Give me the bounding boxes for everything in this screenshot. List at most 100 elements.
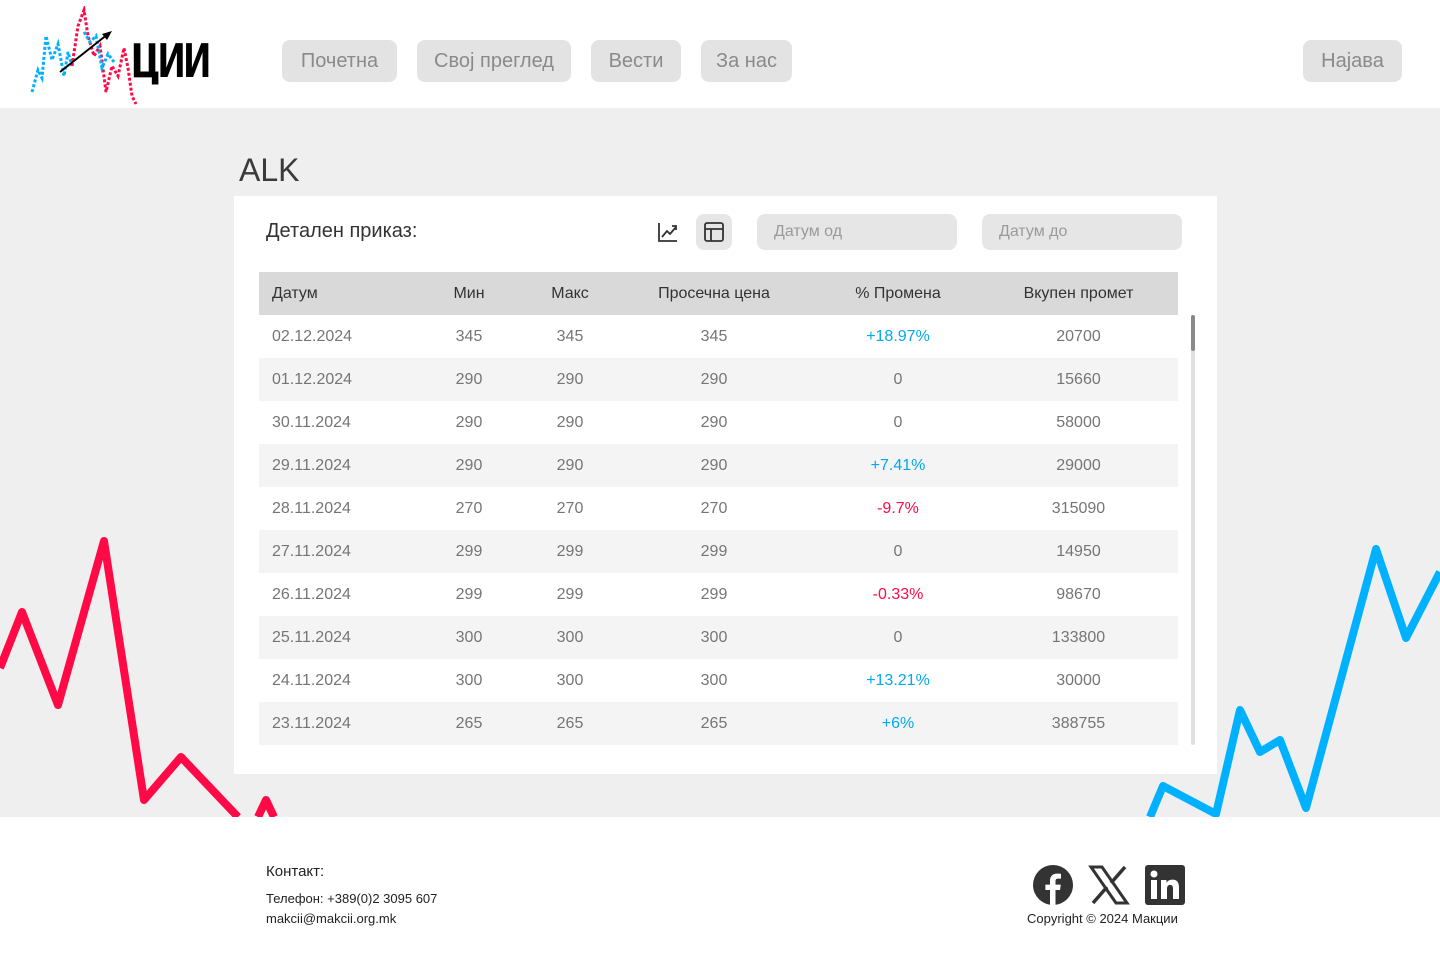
header-max[interactable]: Макс	[529, 285, 611, 303]
header-change[interactable]: % Промена	[817, 285, 979, 303]
cell-min: 300	[455, 671, 483, 689]
nav-home-button[interactable]: Почетна	[282, 40, 397, 82]
cell-min: 300	[455, 628, 483, 646]
facebook-link[interactable]	[1032, 864, 1074, 906]
cell-turnover: 15660	[1056, 370, 1101, 388]
cell-date: 30.11.2024	[272, 413, 351, 431]
cell-min: 290	[455, 413, 483, 431]
copyright: Copyright © 2024 Макции	[1027, 911, 1178, 926]
cell-turnover: 98670	[1056, 585, 1101, 603]
cell-max: 299	[556, 585, 584, 603]
logo-candlestick-icon	[30, 4, 138, 105]
date-to-input[interactable]	[982, 214, 1182, 250]
x-link[interactable]	[1088, 864, 1130, 906]
cell-date: 01.12.2024	[272, 370, 353, 388]
cell-min: 270	[455, 499, 483, 517]
table-row[interactable]: 23.11.2024 265 265 265 +6% 388755	[259, 702, 1178, 745]
header: ЦИИ Почетна Свој преглед Вести За нас На…	[0, 0, 1440, 108]
nav-about-button[interactable]: За нас	[701, 40, 792, 82]
cell-change: -0.33%	[872, 585, 924, 603]
contact-title: Контакт:	[266, 863, 325, 880]
cell-date: 28.11.2024	[272, 499, 351, 517]
table-row[interactable]: 30.11.2024 290 290 290 0 58000	[259, 401, 1178, 444]
scrollbar-thumb[interactable]	[1191, 315, 1195, 351]
cell-avg-price: 300	[700, 671, 728, 689]
cell-min: 345	[455, 327, 483, 345]
scrollbar-track[interactable]	[1191, 315, 1195, 745]
page-title: ALK	[239, 152, 300, 188]
table-header-row: Датум Мин Макс Просечна цена % Промена В…	[259, 272, 1178, 315]
cell-change: 0	[893, 542, 903, 560]
cell-date: 27.11.2024	[272, 542, 351, 560]
footer: Контакт: Телефон: +389(0)2 3095 607 makc…	[0, 817, 1440, 960]
cell-min: 290	[455, 456, 483, 474]
contact-phone: Телефон: +389(0)2 3095 607	[266, 891, 438, 906]
table-row[interactable]: 02.12.2024 345 345 345 +18.97% 20700	[259, 315, 1178, 358]
chart-view-button[interactable]	[650, 214, 686, 250]
cell-change: 0	[893, 370, 903, 388]
cell-date: 24.11.2024	[272, 671, 351, 689]
table-row[interactable]: 27.11.2024 299 299 299 0 14950	[259, 530, 1178, 573]
cell-max: 290	[556, 370, 584, 388]
cell-max: 270	[556, 499, 584, 517]
login-button[interactable]: Најава	[1303, 40, 1402, 82]
cell-date: 23.11.2024	[272, 714, 351, 732]
decorative-red-line	[0, 537, 241, 820]
cell-max: 299	[556, 542, 584, 560]
cell-turnover: 29000	[1056, 456, 1101, 474]
cell-max: 265	[556, 714, 584, 732]
table-row[interactable]: 25.11.2024 300 300 300 0 133800	[259, 616, 1178, 659]
linkedin-link[interactable]	[1144, 864, 1186, 906]
cell-avg-price: 265	[700, 714, 728, 732]
logo-text: ЦИИ	[132, 34, 211, 88]
brand-logo[interactable]: ЦИИ	[28, 4, 228, 106]
nav-overview-button[interactable]: Свој преглед	[417, 40, 571, 82]
table-body: 02.12.2024 345 345 345 +18.97% 20700 01.12.202…	[259, 315, 1178, 745]
cell-min: 299	[455, 585, 483, 603]
x-icon	[1088, 865, 1130, 905]
cell-min: 265	[455, 714, 483, 732]
cell-turnover: 315090	[1051, 499, 1106, 517]
line-chart-icon	[658, 223, 677, 242]
cell-date: 25.11.2024	[272, 628, 351, 646]
cell-turnover: 133800	[1051, 628, 1106, 646]
cell-max: 300	[556, 671, 584, 689]
cell-avg-price: 290	[700, 456, 728, 474]
detail-label: Детален приказ:	[266, 220, 418, 242]
cell-change: +18.97%	[866, 327, 930, 345]
cell-max: 290	[556, 456, 584, 474]
cell-avg-price: 345	[700, 327, 728, 345]
contact-email[interactable]: makcii@makcii.org.mk	[266, 911, 396, 926]
date-from-input[interactable]	[757, 214, 957, 250]
nav-news-button[interactable]: Вести	[591, 40, 681, 82]
cell-change: -9.7%	[877, 499, 919, 517]
cell-change: 0	[893, 628, 903, 646]
header-date[interactable]: Датум	[259, 285, 409, 303]
header-avg-price[interactable]: Просечна цена	[611, 285, 817, 303]
cell-turnover: 388755	[1051, 714, 1106, 732]
cell-date: 02.12.2024	[272, 327, 353, 345]
header-turnover[interactable]: Вкупен промет	[979, 285, 1178, 303]
cell-change: +6%	[881, 714, 915, 732]
cell-max: 300	[556, 628, 584, 646]
table-row[interactable]: 26.11.2024 299 299 299 -0.33% 98670	[259, 573, 1178, 616]
table-view-button[interactable]	[696, 214, 732, 250]
cell-min: 290	[455, 370, 483, 388]
decorative-red-line-tip	[254, 796, 278, 819]
price-table: Датум Мин Макс Просечна цена % Промена В…	[259, 272, 1178, 745]
cell-change: +13.21%	[866, 671, 930, 689]
table-row[interactable]: 28.11.2024 270 270 270 -9.7% 315090	[259, 487, 1178, 530]
cell-max: 345	[556, 327, 584, 345]
cell-date: 29.11.2024	[272, 456, 351, 474]
cell-min: 299	[455, 542, 483, 560]
cell-avg-price: 300	[700, 628, 728, 646]
table-row[interactable]: 24.11.2024 300 300 300 +13.21% 30000	[259, 659, 1178, 702]
cell-change: +7.41%	[870, 456, 926, 474]
table-row[interactable]: 01.12.2024 290 290 290 0 15660	[259, 358, 1178, 401]
cell-avg-price: 270	[700, 499, 728, 517]
table-row[interactable]: 29.11.2024 290 290 290 +7.41% 29000	[259, 444, 1178, 487]
cell-avg-price: 290	[700, 370, 728, 388]
header-min[interactable]: Мин	[409, 285, 529, 303]
cell-avg-price: 290	[700, 413, 728, 431]
cell-avg-price: 299	[700, 542, 728, 560]
